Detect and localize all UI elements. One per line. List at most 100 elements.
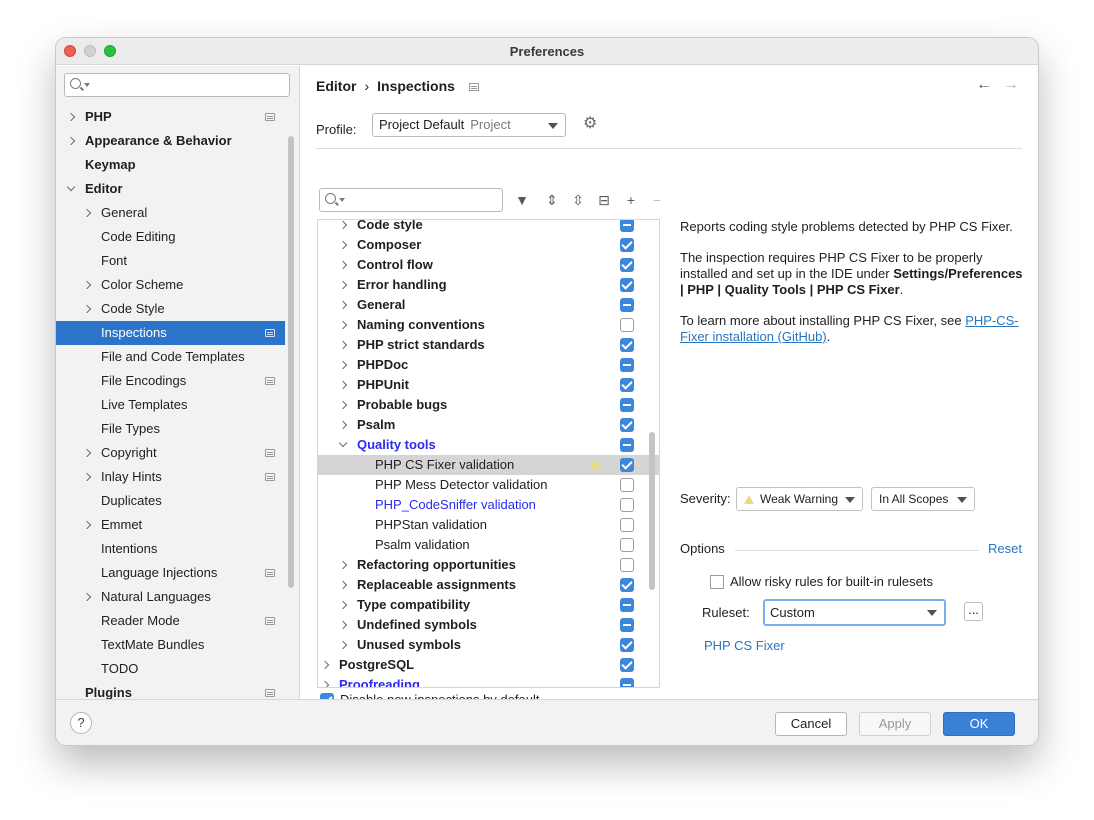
tree-row[interactable]: Psalm: [318, 415, 659, 435]
sidebar-scrollbar[interactable]: [288, 136, 294, 588]
sidebar-item[interactable]: Intentions: [56, 537, 285, 561]
chevron-right-icon[interactable]: [82, 304, 92, 314]
collapse-all-icon[interactable]: ⇳: [570, 192, 586, 208]
inspection-checkbox[interactable]: [620, 458, 634, 472]
tree-row[interactable]: Replaceable assignments: [318, 575, 659, 595]
chevron-right-icon[interactable]: [338, 640, 348, 650]
sidebar-item[interactable]: Duplicates: [56, 489, 285, 513]
inspection-checkbox[interactable]: [620, 498, 634, 512]
inspection-checkbox[interactable]: [620, 658, 634, 672]
breadcrumb-editor[interactable]: Editor: [316, 78, 356, 94]
sidebar-item[interactable]: TODO: [56, 657, 285, 681]
sidebar-item[interactable]: Copyright: [56, 441, 285, 465]
search-history-caret-icon[interactable]: [339, 198, 345, 202]
help-button[interactable]: ?: [70, 712, 92, 734]
chevron-right-icon[interactable]: [320, 680, 330, 687]
inspection-checkbox[interactable]: [620, 678, 634, 687]
tree-row[interactable]: Probable bugs: [318, 395, 659, 415]
back-arrow-icon[interactable]: ←: [976, 76, 992, 94]
chevron-right-icon[interactable]: [338, 300, 348, 310]
chevron-right-icon[interactable]: [82, 280, 92, 290]
tree-row[interactable]: Psalm validation: [318, 535, 659, 555]
profile-dropdown[interactable]: Project Default Project: [372, 113, 566, 137]
chevron-right-icon[interactable]: [82, 520, 92, 530]
chevron-right-icon[interactable]: [82, 592, 92, 602]
reset-link[interactable]: Reset: [988, 541, 1022, 557]
tree-row[interactable]: PostgreSQL: [318, 655, 659, 675]
inspection-checkbox[interactable]: [620, 278, 634, 292]
tree-row[interactable]: PHP_CodeSniffer validation: [318, 495, 659, 515]
inspection-checkbox[interactable]: [620, 338, 634, 352]
tree-row[interactable]: Unused symbols: [318, 635, 659, 655]
sidebar-item[interactable]: Plugins: [56, 681, 285, 699]
chevron-right-icon[interactable]: [82, 472, 92, 482]
inspection-checkbox[interactable]: [620, 518, 634, 532]
sidebar-item[interactable]: File Types: [56, 417, 285, 441]
chevron-right-icon[interactable]: [338, 340, 348, 350]
chevron-right-icon[interactable]: [338, 260, 348, 270]
sidebar-item[interactable]: Language Injections: [56, 561, 285, 585]
chevron-right-icon[interactable]: [338, 360, 348, 370]
forward-arrow-icon[interactable]: →: [1003, 76, 1019, 94]
tree-row[interactable]: Quality tools: [318, 435, 659, 455]
settings-search-input[interactable]: [64, 73, 290, 97]
sidebar-item[interactable]: Keymap: [56, 153, 285, 177]
expand-all-icon[interactable]: ⇕: [544, 192, 560, 208]
chevron-right-icon[interactable]: [338, 280, 348, 290]
filter-icon[interactable]: ▼: [514, 192, 530, 208]
add-icon[interactable]: +: [623, 192, 639, 208]
sidebar-item[interactable]: Color Scheme: [56, 273, 285, 297]
severity-dropdown[interactable]: Weak Warning: [736, 487, 863, 511]
ruleset-dropdown[interactable]: Custom: [763, 599, 946, 626]
inspection-checkbox[interactable]: [620, 478, 634, 492]
gear-icon[interactable]: ⚙: [583, 116, 597, 132]
apply-button[interactable]: Apply: [859, 712, 931, 736]
inspection-checkbox[interactable]: [620, 438, 634, 452]
chevron-right-icon[interactable]: [82, 208, 92, 218]
sidebar-item[interactable]: File and Code Templates: [56, 345, 285, 369]
chevron-right-icon[interactable]: [338, 220, 348, 230]
sidebar-item[interactable]: Live Templates: [56, 393, 285, 417]
tree-row[interactable]: PHPUnit: [318, 375, 659, 395]
tree-row[interactable]: Error handling: [318, 275, 659, 295]
inspection-checkbox[interactable]: [620, 578, 634, 592]
tree-row[interactable]: Control flow: [318, 255, 659, 275]
inspection-checkbox[interactable]: [620, 398, 634, 412]
inspection-checkbox[interactable]: [620, 538, 634, 552]
inspection-search-input[interactable]: [319, 188, 503, 212]
php-cs-fixer-settings-link[interactable]: PHP CS Fixer: [704, 638, 785, 654]
inspection-checkbox[interactable]: [620, 358, 634, 372]
tree-row[interactable]: Proofreading: [318, 675, 659, 687]
inspection-checkbox[interactable]: [620, 418, 634, 432]
inspection-checkbox[interactable]: [620, 598, 634, 612]
reset-to-default-icon[interactable]: ⊟: [596, 192, 612, 208]
tree-row[interactable]: PHP strict standards: [318, 335, 659, 355]
tree-row[interactable]: General: [318, 295, 659, 315]
chevron-right-icon[interactable]: [338, 580, 348, 590]
tree-row[interactable]: Refactoring opportunities: [318, 555, 659, 575]
chevron-right-icon[interactable]: [338, 420, 348, 430]
sidebar-item[interactable]: Code Style: [56, 297, 285, 321]
inspection-checkbox[interactable]: [620, 298, 634, 312]
sidebar-item[interactable]: Appearance & Behavior: [56, 129, 285, 153]
tree-row[interactable]: Code style: [318, 220, 659, 235]
sidebar-item[interactable]: Editor: [56, 177, 285, 201]
tree-row[interactable]: Undefined symbols: [318, 615, 659, 635]
chevron-right-icon[interactable]: [338, 560, 348, 570]
tree-row[interactable]: Composer: [318, 235, 659, 255]
tree-row[interactable]: PHP Mess Detector validation: [318, 475, 659, 495]
chevron-down-icon[interactable]: [66, 182, 76, 192]
chevron-right-icon[interactable]: [338, 380, 348, 390]
inspection-checkbox[interactable]: [620, 378, 634, 392]
chevron-right-icon[interactable]: [66, 136, 76, 146]
chevron-right-icon[interactable]: [338, 240, 348, 250]
cancel-button[interactable]: Cancel: [775, 712, 847, 736]
tree-row[interactable]: Naming conventions: [318, 315, 659, 335]
tree-row[interactable]: PHPDoc: [318, 355, 659, 375]
sidebar-item[interactable]: General: [56, 201, 285, 225]
scope-dropdown[interactable]: In All Scopes: [871, 487, 975, 511]
inspection-checkbox[interactable]: [620, 558, 634, 572]
inspection-checkbox[interactable]: [620, 238, 634, 252]
chevron-right-icon[interactable]: [338, 620, 348, 630]
sidebar-item[interactable]: Natural Languages: [56, 585, 285, 609]
